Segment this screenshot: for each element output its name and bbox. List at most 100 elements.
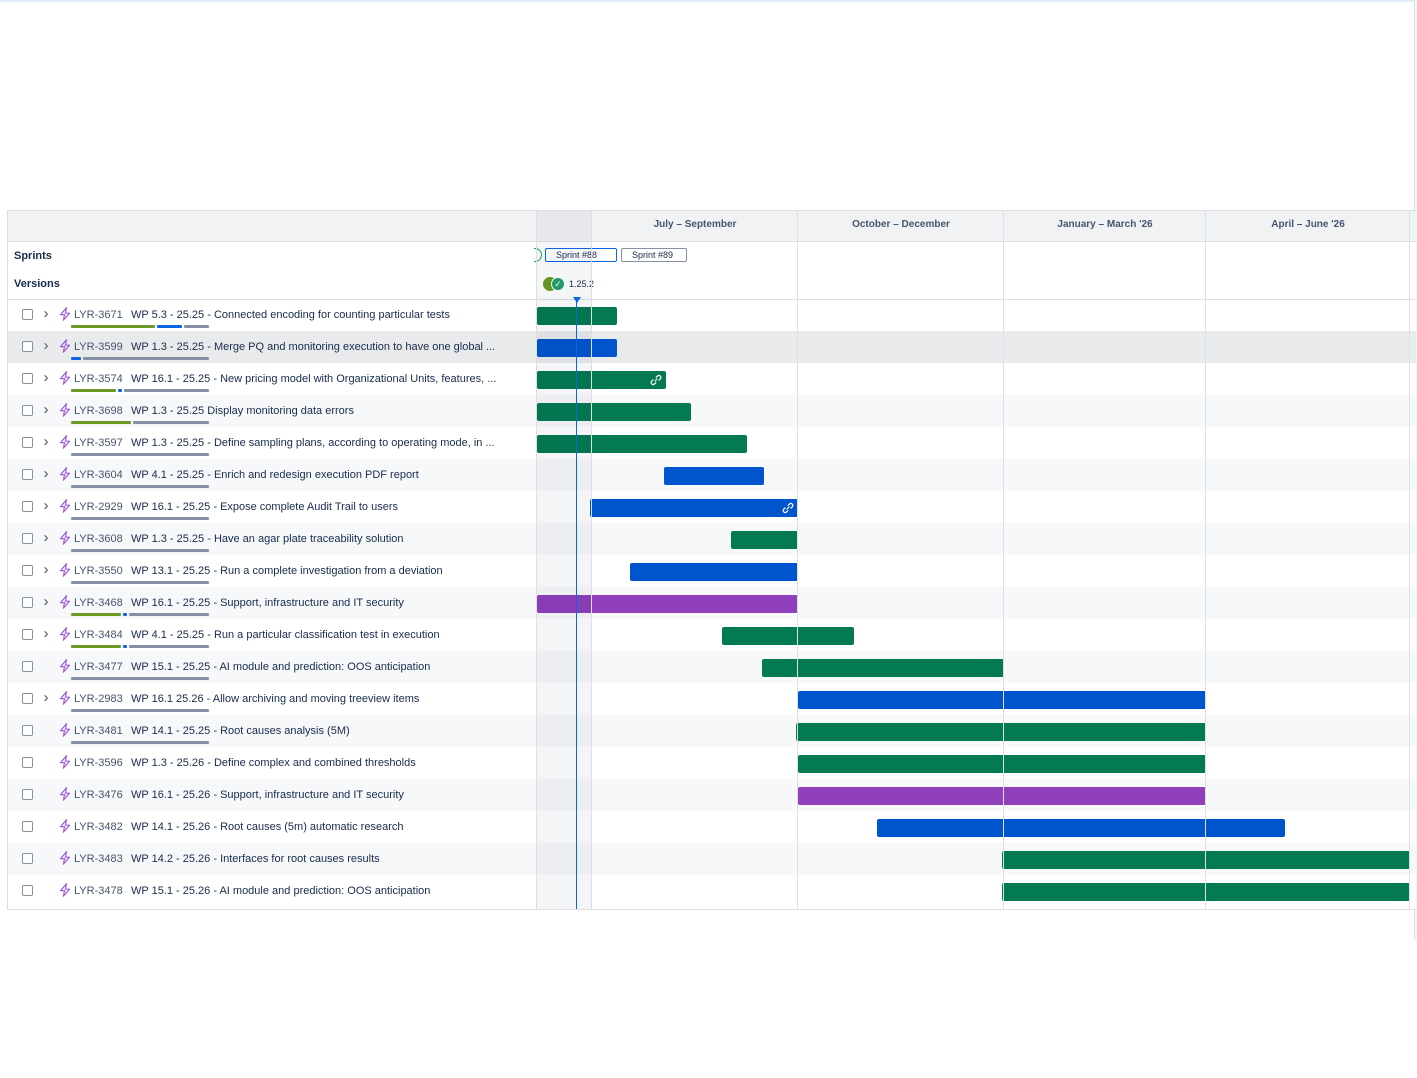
grid-line	[591, 211, 592, 909]
schedule-bar[interactable]	[722, 627, 854, 645]
progress-segment	[129, 613, 209, 616]
row-checkbox[interactable]	[22, 501, 33, 512]
row-checkbox[interactable]	[22, 661, 33, 672]
issue-summary[interactable]: WP 14.2 - 25.26 - Interfaces for root ca…	[131, 843, 529, 875]
epic-lightning-icon	[59, 435, 71, 449]
chevron-right-icon[interactable]: ›	[41, 562, 51, 577]
chevron-right-icon[interactable]: ›	[41, 338, 51, 353]
progress-bar	[71, 517, 209, 520]
epic-lightning-icon	[59, 755, 71, 769]
progress-segment	[71, 677, 209, 680]
schedule-bar[interactable]	[664, 467, 764, 485]
progress-segment	[71, 357, 81, 360]
issue-key[interactable]: LYR-3482	[74, 811, 123, 843]
epic-lightning-icon	[59, 819, 71, 833]
epic-lightning-icon	[59, 883, 71, 897]
row-checkbox[interactable]	[22, 309, 33, 320]
progress-segment	[71, 613, 121, 616]
issue-summary[interactable]: WP 14.1 - 25.26 - Root causes (5m) autom…	[131, 811, 529, 843]
schedule-bar[interactable]	[796, 723, 1206, 741]
link-icon[interactable]	[650, 374, 662, 386]
chevron-right-icon[interactable]: ›	[41, 402, 51, 417]
epic-lightning-icon	[59, 499, 71, 513]
quarter-header: January – March '26	[1057, 219, 1153, 230]
issue-key[interactable]: LYR-3483	[74, 843, 123, 875]
row-checkbox[interactable]	[22, 885, 33, 896]
row-checkbox[interactable]	[22, 373, 33, 384]
row-checkbox[interactable]	[22, 693, 33, 704]
progress-bar	[71, 709, 209, 712]
chevron-right-icon[interactable]: ›	[41, 466, 51, 481]
schedule-bar[interactable]	[762, 659, 1004, 677]
epic-lightning-icon	[59, 723, 71, 737]
epic-lightning-icon	[59, 339, 71, 353]
issue-summary[interactable]: WP 16.1 - 25.26 - Support, infrastructur…	[131, 779, 529, 811]
schedule-bar[interactable]	[731, 531, 798, 549]
progress-segment	[71, 549, 209, 552]
quarter-header: July – September	[653, 219, 737, 230]
issue-summary[interactable]: WP 15.1 - 25.26 - AI module and predicti…	[131, 875, 529, 907]
schedule-bar[interactable]	[1002, 883, 1410, 901]
schedule-bar[interactable]	[1002, 851, 1410, 869]
today-marker	[576, 299, 577, 909]
chevron-right-icon[interactable]: ›	[41, 498, 51, 513]
epic-lightning-icon	[59, 531, 71, 545]
progress-bar	[71, 677, 209, 680]
epic-lightning-icon	[59, 595, 71, 609]
progress-segment	[71, 645, 121, 648]
epic-lightning-icon	[59, 371, 71, 385]
schedule-bar[interactable]	[798, 787, 1206, 805]
progress-segment	[133, 421, 209, 424]
progress-segment	[123, 645, 127, 648]
progress-segment	[184, 325, 209, 328]
row-checkbox[interactable]	[22, 533, 33, 544]
schedule-bar[interactable]	[590, 499, 798, 517]
quarter-header: April – June '26	[1271, 219, 1345, 230]
row-checkbox[interactable]	[22, 757, 33, 768]
epic-lightning-icon	[59, 627, 71, 641]
chevron-right-icon[interactable]: ›	[41, 626, 51, 641]
chevron-right-icon[interactable]: ›	[41, 370, 51, 385]
row-checkbox[interactable]	[22, 565, 33, 576]
schedule-bar[interactable]	[798, 691, 1206, 709]
row-checkbox[interactable]	[22, 405, 33, 416]
chevron-right-icon[interactable]: ›	[41, 434, 51, 449]
sprint-89[interactable]: Sprint #89	[621, 248, 687, 262]
issue-key[interactable]: LYR-3478	[74, 875, 123, 907]
chevron-right-icon[interactable]: ›	[41, 690, 51, 705]
epic-lightning-icon	[59, 851, 71, 865]
progress-bar	[71, 485, 209, 488]
row-checkbox[interactable]	[22, 629, 33, 640]
progress-segment	[71, 709, 209, 712]
progress-segment	[71, 325, 155, 328]
current-period-column	[537, 211, 592, 909]
list-divider[interactable]	[536, 211, 537, 909]
schedule-bar[interactable]	[877, 819, 1285, 837]
progress-segment	[71, 485, 209, 488]
progress-bar	[71, 741, 209, 744]
timeline-panel: July – September October – December Janu…	[7, 210, 1416, 910]
row-checkbox[interactable]	[22, 597, 33, 608]
issue-key[interactable]: LYR-3476	[74, 779, 123, 811]
row-checkbox[interactable]	[22, 341, 33, 352]
chevron-right-icon[interactable]: ›	[41, 530, 51, 545]
chevron-right-icon[interactable]: ›	[41, 594, 51, 609]
schedule-bar[interactable]	[798, 755, 1206, 773]
progress-segment	[71, 581, 209, 584]
grid-line	[1409, 211, 1410, 909]
row-checkbox[interactable]	[22, 469, 33, 480]
grid-line	[1003, 211, 1004, 909]
issue-summary[interactable]: WP 1.3 - 25.26 - Define complex and comb…	[131, 747, 529, 779]
row-checkbox[interactable]	[22, 853, 33, 864]
epic-lightning-icon	[59, 467, 71, 481]
chevron-right-icon[interactable]: ›	[41, 306, 51, 321]
issue-key[interactable]: LYR-3596	[74, 747, 123, 779]
row-checkbox[interactable]	[22, 437, 33, 448]
row-checkbox[interactable]	[22, 725, 33, 736]
row-checkbox[interactable]	[22, 821, 33, 832]
link-icon[interactable]	[782, 502, 794, 514]
epic-lightning-icon	[59, 691, 71, 705]
progress-segment	[123, 613, 127, 616]
row-checkbox[interactable]	[22, 789, 33, 800]
schedule-bar[interactable]	[630, 563, 798, 581]
